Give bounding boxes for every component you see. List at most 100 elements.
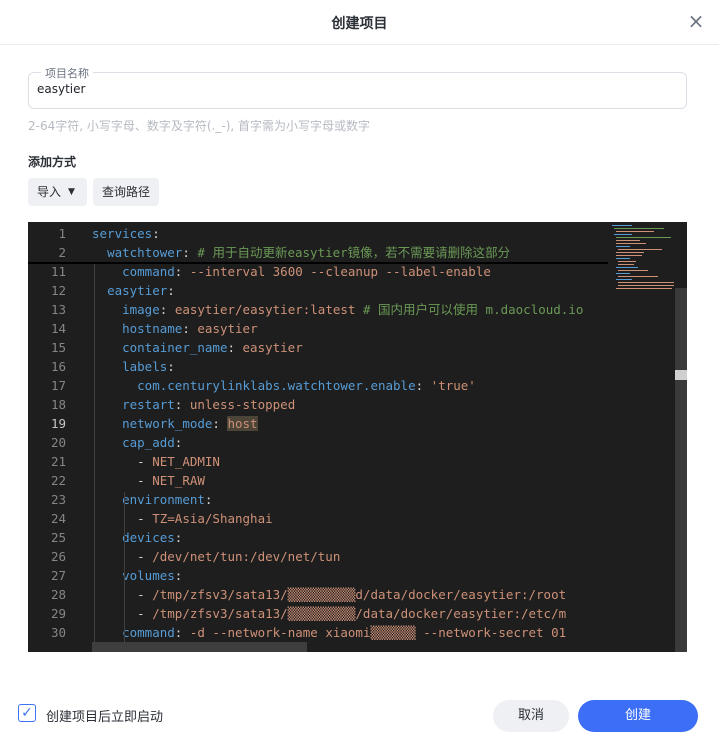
minimap-line: [618, 282, 674, 283]
code-text[interactable]: - /tmp/zfsv3/sata13/▒▒▒▒▒▒▒▒▒d/data/dock…: [92, 585, 566, 604]
code-line[interactable]: 16 labels:: [28, 357, 608, 376]
minimap-line: [616, 279, 632, 280]
code-line[interactable]: 1 services:: [28, 224, 608, 243]
code-token: :: [204, 492, 213, 507]
code-text[interactable]: cap_add:: [92, 433, 182, 452]
code-text[interactable]: volumes:: [92, 566, 182, 585]
code-text[interactable]: - /dev/net/tun:/dev/net/tun: [92, 547, 340, 566]
code-token: host: [227, 416, 258, 431]
minimap-line: [616, 288, 672, 289]
minimap-line: [618, 249, 662, 250]
code-line[interactable]: 11 command: --interval 3600 --cleanup --…: [28, 262, 608, 281]
code-text[interactable]: services:: [92, 224, 160, 243]
cancel-button[interactable]: 取消: [493, 700, 569, 732]
code-token: :: [182, 245, 198, 260]
minimap-line: [614, 234, 632, 235]
code-token: easytier: [107, 283, 168, 298]
indent-guide: [94, 264, 95, 644]
code-line[interactable]: 30 command: -d --network-name xiaomi▒▒▒▒…: [28, 623, 608, 642]
code-text[interactable]: command: -d --network-name xiaomi▒▒▒▒▒▒ …: [92, 623, 566, 642]
auto-start-checkbox[interactable]: ✓: [18, 704, 36, 722]
line-number: 16: [50, 359, 66, 374]
code-line[interactable]: 24 - TZ=Asia/Shanghai: [28, 509, 608, 528]
line-number: 23: [50, 492, 66, 507]
minimap-line: [618, 261, 636, 262]
code-line[interactable]: 27 volumes:: [28, 566, 608, 585]
code-line[interactable]: 28 - /tmp/zfsv3/sata13/▒▒▒▒▒▒▒▒▒d/data/d…: [28, 585, 608, 604]
code-token: :: [174, 264, 190, 279]
code-token: watchtower: [107, 245, 183, 260]
code-line[interactable]: 17 com.centurylinklabs.watchtower.enable…: [28, 376, 608, 395]
code-text[interactable]: - TZ=Asia/Shanghai: [92, 509, 273, 528]
code-line[interactable]: 13 image: easytier/easytier:latest # 国内用…: [28, 300, 608, 319]
code-token: --interval 3600 --cleanup --label-enable: [189, 264, 491, 279]
code-line[interactable]: 29 - /tmp/zfsv3/sata13/▒▒▒▒▒▒▒▒▒/data/do…: [28, 604, 608, 623]
code-line[interactable]: 23 environment:: [28, 490, 608, 509]
code-line[interactable]: 14 hostname: easytier: [28, 319, 608, 338]
code-line[interactable]: 22 - NET_RAW: [28, 471, 608, 490]
code-token: -: [92, 454, 153, 469]
code-token: 'true': [430, 378, 476, 393]
code-text[interactable]: - /tmp/zfsv3/sata13/▒▒▒▒▒▒▒▒▒/data/docke…: [92, 604, 566, 623]
code-text[interactable]: - NET_RAW: [92, 471, 205, 490]
code-token: hostname: [122, 321, 183, 336]
code-text[interactable]: - NET_ADMIN: [92, 452, 220, 471]
code-token: /tmp/zfsv3/sata13/▒▒▒▒▒▒▒▒▒/data/docker/…: [152, 606, 567, 621]
close-icon[interactable]: ×: [685, 10, 707, 32]
code-text[interactable]: labels:: [92, 357, 175, 376]
code-token: easytier/easytier:latest: [174, 302, 356, 317]
compose-editor[interactable]: 1 services: 2 watchtower: # 用于自动更新easytier…: [28, 222, 687, 652]
code-text[interactable]: container_name: easytier: [92, 338, 303, 357]
code-line[interactable]: 19 network_mode: host: [28, 414, 608, 433]
import-dropdown-button[interactable]: 导入 ▼: [28, 178, 87, 206]
minimap-line: [616, 240, 640, 241]
add-method-label: 添加方式: [28, 155, 77, 169]
code-line[interactable]: 25 devices:: [28, 528, 608, 547]
code-text[interactable]: watchtower: # 用于自动更新easytier镜像，若不需要请删除这部…: [92, 243, 510, 262]
minimap-line: [618, 264, 634, 265]
code-line[interactable]: 21 - NET_ADMIN: [28, 452, 608, 471]
project-name-input[interactable]: [37, 82, 657, 96]
code-token: :: [227, 340, 243, 355]
code-line[interactable]: 12 easytier:: [28, 281, 608, 300]
query-path-button[interactable]: 查询路径: [93, 178, 159, 206]
project-name-label: 项目名称: [41, 65, 93, 81]
line-number: 18: [50, 397, 66, 412]
code-text[interactable]: easytier:: [92, 281, 175, 300]
code-token: :: [174, 625, 190, 640]
code-token: cap_add: [122, 435, 175, 450]
code-text[interactable]: command: --interval 3600 --cleanup --lab…: [92, 262, 491, 281]
code-token: :: [167, 283, 175, 298]
code-text[interactable]: network_mode: host: [92, 414, 258, 433]
code-text[interactable]: hostname: easytier: [92, 319, 258, 338]
vertical-scrollbar[interactable]: [675, 288, 687, 652]
code-line[interactable]: 20 cap_add:: [28, 433, 608, 452]
code-text[interactable]: devices:: [92, 528, 182, 547]
code-text[interactable]: environment:: [92, 490, 212, 509]
code-token: restart: [122, 397, 175, 412]
code-token: # 国内用户可以使用 m.daocloud.io: [362, 302, 584, 317]
code-token: :: [174, 530, 183, 545]
code-text[interactable]: image: easytier/easytier:latest # 国内用户可以…: [92, 300, 583, 319]
code-line[interactable]: 18 restart: unless-stopped: [28, 395, 608, 414]
project-name-hint: 2-64字符, 小写字母、数字及字符(._-), 首字需为小写字母或数字: [28, 119, 371, 133]
create-button[interactable]: 创建: [578, 700, 698, 732]
code-text[interactable]: restart: unless-stopped: [92, 395, 295, 414]
minimap-line: [616, 258, 630, 259]
minimap-line: [616, 237, 671, 238]
code-line[interactable]: 26 - /dev/net/tun:/dev/net/tun: [28, 547, 608, 566]
code-line[interactable]: 15 container_name: easytier: [28, 338, 608, 357]
code-token: :: [174, 435, 183, 450]
minimap-line: [616, 273, 630, 274]
horizontal-scrollbar[interactable]: [92, 642, 307, 652]
code-token: container_name: [122, 340, 228, 355]
code-token: easytier: [197, 321, 258, 336]
code-line[interactable]: 2 watchtower: # 用于自动更新easytier镜像，若不需要请删除…: [28, 243, 608, 262]
code-minimap[interactable]: [608, 222, 676, 302]
code-text[interactable]: com.centurylinklabs.watchtower.enable: '…: [92, 376, 476, 395]
code-token: :: [152, 226, 160, 241]
